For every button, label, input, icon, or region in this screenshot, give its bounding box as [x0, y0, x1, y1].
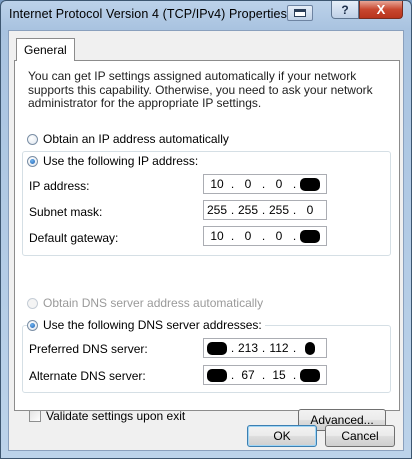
- cancel-button-label: Cancel: [341, 429, 379, 443]
- tab-general[interactable]: General: [16, 38, 75, 61]
- ip-address-field[interactable]: 10. 0. 0.: [203, 174, 327, 194]
- obtain-ip-auto-radio[interactable]: [27, 133, 38, 145]
- window-icon: [294, 9, 306, 17]
- octet: 67: [241, 368, 255, 382]
- close-icon: X: [376, 2, 386, 17]
- subnet-mask-field[interactable]: 255. 255. 255. 0: [203, 200, 327, 220]
- preferred-dns-label: Preferred DNS server:: [29, 342, 148, 356]
- obtain-dns-auto-radio: [27, 297, 38, 309]
- help-icon: ?: [341, 2, 349, 17]
- use-dns-manual-label: Use the following DNS server addresses:: [43, 318, 262, 332]
- description-text: You can get IP settings assigned automat…: [28, 69, 373, 110]
- window-menu-button[interactable]: [287, 5, 313, 21]
- use-ip-manual-label: Use the following IP address:: [43, 154, 199, 168]
- octet: 255: [268, 203, 290, 217]
- ip-address-label: IP address:: [29, 179, 90, 193]
- dialog-client-area: General You can get IP settings assigned…: [8, 30, 404, 451]
- cancel-button[interactable]: Cancel: [325, 425, 395, 447]
- alternate-dns-field[interactable]: . 67. 15.: [203, 365, 327, 385]
- redacted-octet: [204, 341, 230, 356]
- validate-settings-option[interactable]: Validate settings upon exit: [29, 409, 185, 423]
- obtain-ip-auto-option[interactable]: Obtain an IP address automatically: [27, 132, 232, 146]
- preferred-dns-field[interactable]: . 213. 112.: [203, 338, 327, 358]
- redacted-octet: [204, 368, 230, 383]
- subnet-mask-label: Subnet mask:: [29, 205, 103, 219]
- use-ip-manual-option[interactable]: Use the following IP address:: [27, 154, 202, 168]
- octet: 10: [210, 229, 224, 243]
- title-bar[interactable]: Internet Protocol Version 4 (TCP/IPv4) P…: [1, 1, 411, 29]
- redacted-octet: [297, 177, 323, 192]
- use-ip-manual-radio[interactable]: [27, 155, 38, 167]
- octet: 0: [275, 177, 283, 191]
- octet: 0: [244, 177, 252, 191]
- use-dns-manual-radio[interactable]: [27, 319, 38, 331]
- help-button[interactable]: ?: [331, 1, 359, 19]
- obtain-dns-auto-option: Obtain DNS server address automatically: [27, 296, 267, 310]
- octet: 213: [237, 341, 259, 355]
- general-tab-panel: You can get IP settings assigned automat…: [14, 60, 400, 431]
- use-dns-manual-option[interactable]: Use the following DNS server addresses:: [27, 318, 265, 332]
- octet: 112: [269, 341, 289, 355]
- ok-button-label: OK: [273, 429, 291, 443]
- tab-label: General: [24, 43, 67, 57]
- redacted-octet: [297, 368, 323, 383]
- octet: 0: [275, 229, 283, 243]
- close-button[interactable]: X: [359, 1, 403, 19]
- obtain-ip-auto-label: Obtain an IP address automatically: [43, 132, 229, 146]
- window-title: Internet Protocol Version 4 (TCP/IPv4) P…: [9, 7, 287, 21]
- alternate-dns-label: Alternate DNS server:: [29, 369, 146, 383]
- octet: 255: [206, 203, 228, 217]
- ok-button[interactable]: OK: [247, 425, 317, 447]
- octet: 0: [244, 229, 252, 243]
- default-gateway-field[interactable]: 10. 0. 0.: [203, 226, 327, 246]
- validate-settings-label: Validate settings upon exit: [46, 409, 186, 423]
- default-gateway-label: Default gateway:: [29, 231, 119, 245]
- redacted-octet: [297, 229, 323, 244]
- redacted-octet: [297, 341, 323, 356]
- validate-settings-checkbox[interactable]: [29, 410, 41, 422]
- dialog-window: Internet Protocol Version 4 (TCP/IPv4) P…: [0, 0, 412, 459]
- obtain-dns-auto-label: Obtain DNS server address automatically: [43, 296, 264, 310]
- octet: 255: [237, 203, 259, 217]
- octet: 10: [210, 177, 224, 191]
- octet: 0: [306, 203, 314, 217]
- octet: 15: [272, 368, 286, 382]
